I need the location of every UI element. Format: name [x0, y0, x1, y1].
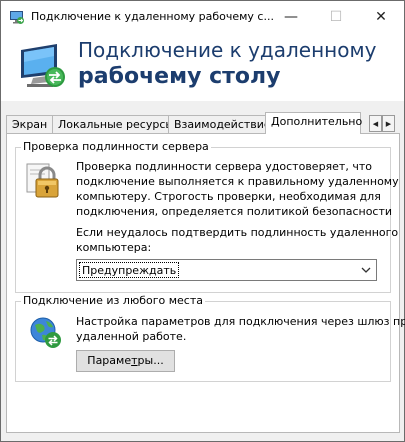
window-title: Подключение к удаленному рабочему с... [31, 10, 274, 23]
minimize-button[interactable]: — [269, 1, 313, 33]
chevron-down-icon [361, 267, 371, 273]
tab-advanced[interactable]: Дополнительно [265, 112, 362, 134]
settings-button[interactable]: Параметры... [76, 350, 175, 372]
settings-button-label-suffix: ры... [137, 354, 164, 367]
banner-title-line2: рабочему столу [78, 64, 281, 89]
banner-title-line1: Подключение к удаленному [78, 38, 377, 62]
auth-failure-dropdown-value: Предупреждать [79, 262, 180, 278]
padlock-icon [26, 163, 59, 198]
close-button[interactable]: ✕ [359, 1, 403, 33]
remote-access-desc-line2: удаленной работе. [76, 330, 187, 343]
tab-display[interactable]: Экран [6, 115, 53, 134]
server-auth-question-line1: Если неудалось подтвердить подлинность у… [76, 226, 399, 239]
remote-desktop-icon [10, 11, 24, 24]
server-auth-legend: Проверка подлинности сервера [21, 140, 211, 153]
advanced-tab-panel: Проверка подлинности сервера Проверка по… [6, 133, 405, 433]
header-banner: Подключение к удаленному рабочему столу [1, 33, 404, 101]
remote-access-desc-line1: Настройка параметров для подключения чер… [76, 315, 405, 328]
remote-desktop-monitor-icon [21, 44, 65, 87]
server-auth-group: Проверка подлинности сервера Проверка по… [15, 140, 399, 293]
remote-access-group: Подключение из любого места Настройка па… [15, 294, 405, 382]
tab-scroll-left-button[interactable]: ◀ [369, 115, 382, 132]
tab-scroll-right-button[interactable]: ▶ [382, 115, 395, 132]
rdp-window: Подключение к удаленному рабочему с... —… [0, 0, 405, 442]
title-bar[interactable]: Подключение к удаленному рабочему с... —… [1, 1, 404, 33]
server-auth-question-line2: компьютера: [76, 241, 152, 254]
auth-failure-dropdown[interactable]: Предупреждать [76, 259, 377, 281]
server-auth-desc-line2: подключение выполняется к правильному уд… [76, 175, 399, 188]
maximize-button[interactable]: ☐ [314, 1, 358, 33]
settings-button-label-prefix: Параме [87, 354, 132, 367]
tab-strip: Экран Локальные ресурсы Взаимодействие Д… [1, 111, 404, 134]
globe-connection-icon [30, 317, 61, 348]
tab-experience[interactable]: Взаимодействие [168, 115, 271, 134]
server-auth-desc-line3: компьютеру. Строгость проверки, необходи… [76, 190, 381, 203]
server-auth-desc-line1: Проверка подлинности сервера удостоверяе… [76, 160, 372, 173]
server-auth-desc-line4: подключения, определяется политикой безо… [76, 205, 393, 218]
tab-local-resources[interactable]: Локальные ресурсы [52, 115, 174, 134]
remote-access-legend: Подключение из любого места [21, 294, 205, 307]
